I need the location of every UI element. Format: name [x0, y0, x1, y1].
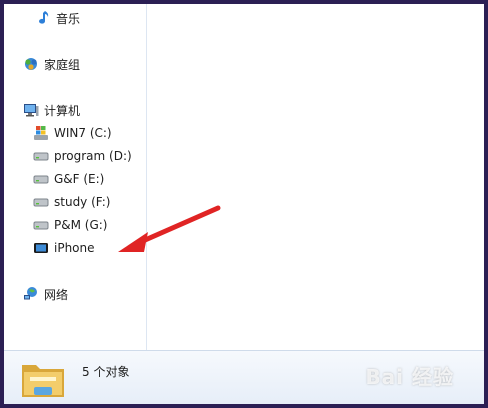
object-count: 5 个对象	[82, 365, 130, 379]
folder-icon	[20, 357, 68, 401]
nav-item-drive-c[interactable]: WIN7 (C:)	[32, 123, 112, 143]
nav-item-label: program (D:)	[54, 149, 132, 163]
nav-item-computer[interactable]: 计算机	[22, 100, 80, 120]
iphone-device-icon	[32, 239, 50, 257]
nav-item-music[interactable]: 音乐	[34, 8, 80, 28]
hard-drive-icon	[32, 193, 50, 211]
explorer-window: 音乐 家庭组 计算机 WIN7 (C:) program (D:) G&F (E…	[4, 4, 484, 404]
nav-item-label: 家庭组	[44, 57, 81, 72]
nav-item-drive-e[interactable]: G&F (E:)	[32, 169, 104, 189]
nav-item-label: 计算机	[44, 103, 81, 118]
nav-item-label: P&M (G:)	[54, 218, 108, 232]
nav-item-label: WIN7 (C:)	[54, 126, 112, 140]
nav-item-drive-g[interactable]: P&M (G:)	[32, 215, 107, 235]
nav-item-label: G&F (E:)	[54, 172, 105, 186]
hard-drive-icon	[32, 147, 50, 165]
red-pointer-arrow	[118, 205, 221, 252]
nav-item-homegroup[interactable]: 家庭组	[22, 54, 80, 74]
navigation-pane: 音乐 家庭组 计算机 WIN7 (C:) program (D:) G&F (E…	[4, 4, 147, 350]
windows-drive-icon	[32, 124, 50, 142]
nav-item-label: study (F:)	[54, 195, 111, 209]
nav-item-drive-f[interactable]: study (F:)	[32, 192, 110, 212]
nav-item-iphone[interactable]: iPhone	[32, 238, 95, 258]
music-note-icon	[34, 9, 52, 27]
nav-item-network[interactable]: 网络	[22, 284, 68, 304]
computer-icon	[22, 101, 40, 119]
nav-item-label: 音乐	[56, 11, 81, 26]
hard-drive-icon	[32, 216, 50, 234]
homegroup-icon	[22, 55, 40, 73]
watermark: Bai 经验	[365, 365, 454, 389]
network-icon	[22, 285, 40, 303]
hard-drive-icon	[32, 170, 50, 188]
content-pane[interactable]	[147, 4, 484, 350]
nav-item-label: iPhone	[54, 241, 95, 255]
nav-item-drive-d[interactable]: program (D:)	[32, 146, 132, 166]
nav-item-label: 网络	[44, 287, 69, 302]
